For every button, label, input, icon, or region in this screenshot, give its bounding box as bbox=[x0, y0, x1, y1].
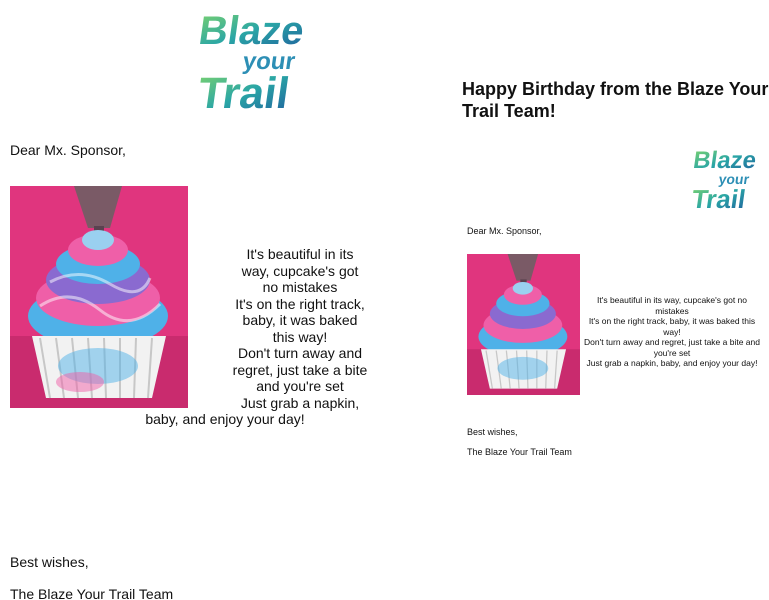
poem-line: It's beautiful in its bbox=[246, 246, 354, 262]
poem-line: Don't turn away and bbox=[237, 345, 363, 361]
blaze-your-trail-logo-small: Blaze your Trail bbox=[688, 142, 768, 212]
poem-line: and you're set bbox=[256, 378, 344, 394]
email-signature: The Blaze Your Trail Team bbox=[10, 586, 174, 600]
email-greeting: Dear Mx. Sponsor, bbox=[10, 142, 126, 158]
logo-word-blaze: Blaze bbox=[196, 8, 307, 53]
email-closing: Best wishes, bbox=[10, 554, 89, 570]
preview-cupcake-image bbox=[467, 254, 580, 395]
preview-poem-text: It's beautiful in its way, cupcake's got… bbox=[582, 295, 762, 369]
poem-line: It's on the right track, bbox=[235, 295, 365, 312]
poem-line: baby, and enjoy your day! bbox=[145, 411, 305, 427]
preview-poem-line: you're set bbox=[653, 347, 691, 358]
poem-line: way, cupcake's got bbox=[241, 262, 359, 279]
logo-word-blaze: Blaze bbox=[692, 147, 758, 174]
poem-line: baby, it was baked bbox=[242, 312, 358, 328]
preview-greeting: Dear Mx. Sponsor, bbox=[467, 226, 542, 236]
preview-closing: Best wishes, bbox=[467, 427, 518, 437]
email-page: Blaze your Trail Dear Mx. Sponsor, It's … bbox=[0, 0, 769, 600]
blaze-your-trail-logo: Blaze your Trail bbox=[193, 4, 328, 114]
preview-poem-line: Just grab a napkin, baby, and enjoy your… bbox=[586, 358, 758, 368]
logo-word-trail: Trail bbox=[690, 184, 748, 212]
preview-poem-line: It's on the right track, baby, it was ba… bbox=[588, 316, 756, 337]
preview-poem-line: Don't turn away and regret, just take a … bbox=[584, 337, 760, 347]
poem-line: regret, just take a bite bbox=[232, 361, 368, 378]
preview-heading: Happy Birthday from the Blaze Your Trail… bbox=[462, 79, 769, 121]
preview-poem-line: It's beautiful in its way, cupcake's got… bbox=[596, 295, 748, 316]
poem-line: no mistakes bbox=[262, 279, 338, 295]
logo-word-trail: Trail bbox=[195, 69, 292, 114]
poem-line: Just grab a napkin, bbox=[240, 394, 360, 411]
poem-line: this way! bbox=[272, 328, 328, 345]
preview-signature: The Blaze Your Trail Team bbox=[467, 447, 572, 457]
poem-text: It's beautiful in its way, cupcake's got… bbox=[60, 246, 390, 428]
